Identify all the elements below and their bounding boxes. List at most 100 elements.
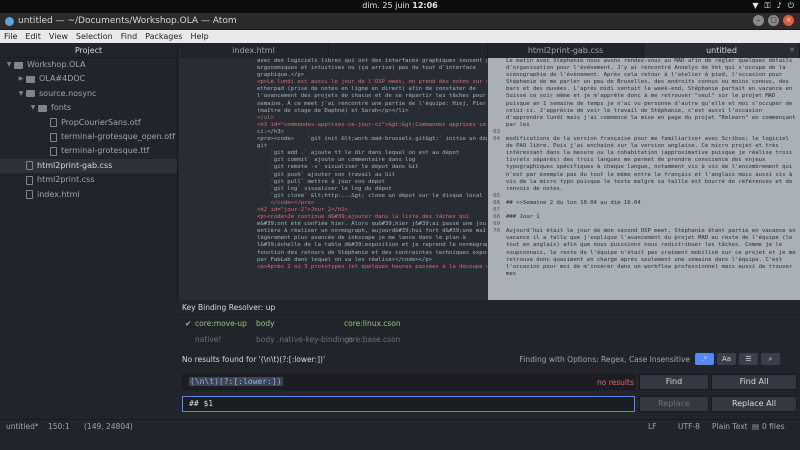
tree-item-label: PropCourierSans.otf	[61, 117, 141, 127]
status-cursor-position[interactable]: 150:1	[48, 422, 70, 431]
tree-file[interactable]: terminal-grotesque.ttf	[0, 144, 177, 158]
code-line: l'avancement des projets de chacun et de…	[257, 93, 487, 100]
tree-file[interactable]: html2print.css	[0, 173, 177, 187]
replace-all-button[interactable]: Replace All	[711, 396, 797, 412]
code-line: ci:</h3>	[257, 128, 284, 135]
tree-file[interactable]: terminal-grotesque_open.otf	[0, 130, 177, 144]
editor-code-area[interactable]: avec des logiciels libres qui ont des in…	[257, 58, 487, 300]
code-line: l&#39;échelle de la table d&#39;expositi…	[257, 242, 487, 249]
code-line: </ul>	[257, 114, 274, 121]
replace-button[interactable]: Replace	[639, 396, 709, 412]
status-bar: untitled* 150:1 (149, 24804) LF UTF-8 Pl…	[0, 419, 800, 432]
status-git-files-icon: ▤	[752, 422, 760, 431]
menu-view[interactable]: View	[49, 32, 68, 41]
editor-index-html[interactable]: avec des logiciels libres qui ont des in…	[179, 58, 491, 300]
atom-app-icon	[5, 17, 14, 26]
file-icon	[50, 147, 57, 157]
text-line: Aujourd'hui était le jour de mon second …	[506, 228, 796, 277]
kbr-source[interactable]: core:base.cson	[344, 335, 400, 344]
menu-help[interactable]: Help	[190, 32, 208, 41]
tree-file[interactable]: html2print-gab.css	[0, 158, 177, 174]
code-line: <h2 id="jour-2">Jour 2</h2>	[257, 206, 348, 213]
left-pane-tab-filler	[329, 43, 488, 58]
editor-untitled[interactable]: 63 64 65 66 67 68 69 70 Le matin avec Stéphanie…	[488, 58, 800, 300]
matched-check-icon: ✔	[185, 319, 192, 328]
tray-icon-1[interactable]: ⚿	[764, 1, 770, 11]
kbr-selector: body .native-key-bindings	[256, 335, 354, 344]
system-clock[interactable]: dim. 25 juin 12:06	[0, 1, 800, 10]
menu-edit[interactable]: Edit	[25, 32, 41, 41]
find-options-text: Finding with Options: Regex, Case Insens…	[519, 355, 690, 364]
whole-word-toggle-button[interactable]: ⌕	[761, 353, 780, 365]
tab-index-html[interactable]: index.html	[179, 43, 329, 58]
kbr-command[interactable]: native!	[195, 335, 221, 344]
tab-untitled[interactable]: untitled ✕	[644, 43, 800, 58]
code-line: `git clone` &lt;http:...&gt; clone un dé…	[257, 192, 483, 199]
close-button[interactable]: ×	[783, 15, 794, 26]
tree-folder[interactable]: ▼ source.nosync	[0, 87, 177, 101]
tree-item-label: OLA#4DOC	[39, 74, 86, 84]
system-tray[interactable]: ▼ ⚿ ♪ ⏻	[752, 1, 794, 11]
tab-close-icon[interactable]: ✕	[789, 43, 795, 58]
menu-packages[interactable]: Packages	[145, 32, 182, 41]
maximize-button[interactable]: □	[768, 15, 779, 26]
tree-item-label: source.nosync	[39, 88, 97, 98]
tree-file[interactable]: index.html	[0, 188, 177, 202]
tree-folder[interactable]: ▼ fonts	[0, 101, 177, 115]
tab-html2print-gab-css[interactable]: html2print-gab.css	[488, 43, 644, 58]
editor-code-area-right[interactable]: Le matin avec Stéphanie nous avons rende…	[506, 58, 798, 300]
tray-icon-3[interactable]: ⏻	[788, 1, 794, 11]
code-line: `git log` visualiser le log du dépot	[257, 185, 392, 192]
menu-bar: File Edit View Selection Find Packages Help	[0, 30, 800, 43]
file-icon	[50, 118, 57, 128]
chevron-down-icon: ▼	[30, 104, 36, 112]
code-line: `git push` ajouter son travail au Git	[257, 171, 396, 178]
tray-icon-0[interactable]: ▼	[752, 1, 758, 11]
code-line: `git add .` ajoute tt le dir dans lequel…	[257, 150, 460, 157]
find-all-button[interactable]: Find All	[711, 374, 797, 390]
editor-gutter-right: 63 64 65 66 67 68 69 70	[488, 58, 502, 300]
menu-selection[interactable]: Selection	[76, 32, 113, 41]
kbr-command[interactable]: core:move-up	[195, 319, 247, 328]
status-line-ending[interactable]: LF	[648, 422, 657, 431]
left-pane-tabs: index.html	[179, 43, 488, 58]
code-line: <pre><code> `git init &lt;work.mad-bruss…	[257, 136, 487, 143]
case-sensitive-toggle-button[interactable]: Aa	[717, 353, 736, 365]
tree-folder[interactable]: ▼ Workshop.OLA	[0, 58, 177, 72]
window-title: untitled — ~/Documents/Workshop.OLA — At…	[18, 16, 237, 26]
replace-input[interactable]: ## $1	[182, 396, 635, 412]
kbr-selector: body	[256, 319, 275, 328]
code-line: `git pull` mettre à jour son dépot	[257, 178, 385, 185]
file-icon	[26, 161, 33, 171]
kbr-divider	[179, 314, 800, 315]
tree-folder[interactable]: ▶ OLA#4DOC	[0, 72, 177, 86]
chevron-right-icon: ▶	[18, 75, 24, 83]
tree-item-label: terminal-grotesque_open.otf	[61, 131, 176, 141]
minimize-button[interactable]: –	[753, 15, 764, 26]
kbr-source[interactable]: core:linux.cson	[344, 319, 401, 328]
find-input[interactable]: (\n\t)(?:[:lower:])	[182, 374, 635, 390]
code-line: avec des logiciels libres qui ont des in…	[257, 58, 487, 64]
file-icon	[26, 190, 33, 200]
project-tree-view: Project ▼ Workshop.OLA ▶ OLA#4DOC ▼ source.no…	[0, 43, 178, 300]
status-file-name[interactable]: untitled*	[6, 422, 39, 431]
status-files-count[interactable]: 0 files	[762, 422, 785, 431]
find-button[interactable]: Find	[639, 374, 709, 390]
tree-file[interactable]: PropCourierSans.otf	[0, 116, 177, 130]
file-icon	[50, 132, 57, 142]
status-grammar[interactable]: Plain Text	[712, 422, 748, 431]
status-encoding[interactable]: UTF-8	[678, 422, 700, 431]
clock-time: 12:06	[412, 1, 438, 10]
code-line: <p>Le lundi est aussi le jour de l'OSP m…	[257, 79, 487, 86]
text-line	[506, 129, 798, 136]
tree-item-label: Workshop.OLA	[27, 60, 86, 69]
menu-file[interactable]: File	[4, 32, 17, 41]
tree-list: ▼ Workshop.OLA ▶ OLA#4DOC ▼ source.nosync ▼ fon…	[0, 58, 177, 202]
regex-toggle-button[interactable]: .*	[695, 353, 714, 365]
tray-icon-2[interactable]: ♪	[777, 1, 782, 11]
code-line: </code></pre>	[257, 199, 315, 206]
code-line: (maître de stage de Daphné) et Sarah</p>…	[257, 107, 409, 114]
menu-find[interactable]: Find	[121, 32, 137, 41]
project-panel-header[interactable]: Project	[0, 43, 177, 58]
in-selection-toggle-button[interactable]: ☰	[739, 353, 758, 365]
